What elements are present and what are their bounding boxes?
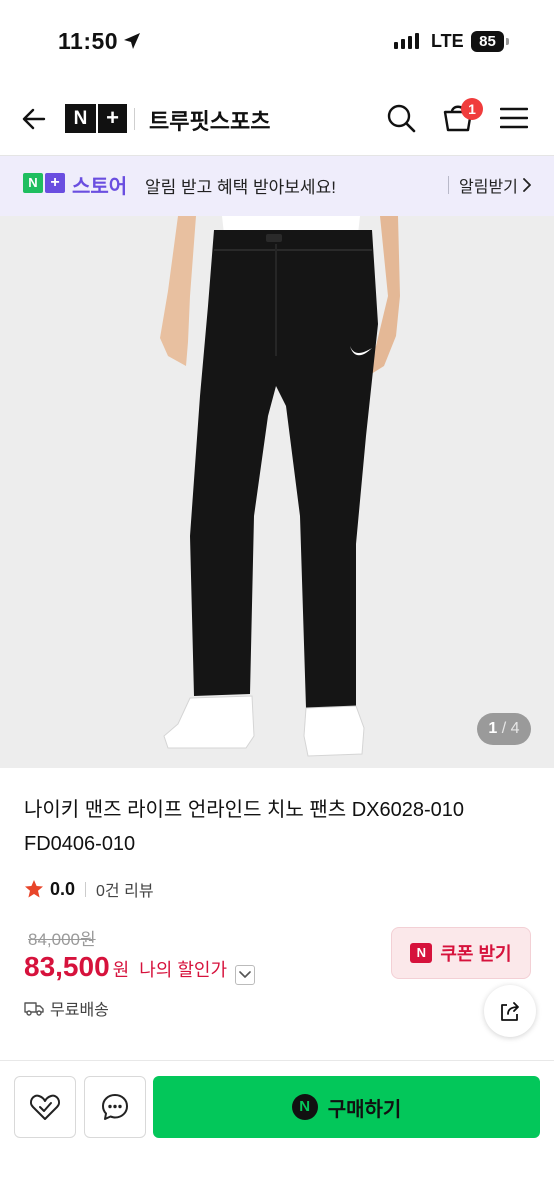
share-button[interactable] — [484, 985, 536, 1037]
truck-icon — [24, 1002, 44, 1016]
status-time: 11:50 — [58, 28, 119, 54]
heart-check-icon — [29, 1094, 61, 1120]
review-count[interactable]: 0건 리뷰 — [96, 877, 154, 901]
my-discount-label: 나의 할인가 — [139, 960, 228, 980]
shipping-label: 무료배송 — [50, 1002, 109, 1019]
currency-label: 원 — [112, 960, 130, 980]
logo-n: N — [65, 104, 96, 133]
chevron-down-icon — [239, 971, 251, 978]
app-header: N + 트루핏스포츠 1 — [0, 80, 554, 156]
buy-button-label: 구매하기 — [327, 1098, 402, 1121]
banner-logo-n: N — [23, 173, 43, 193]
rating-score: 0.0 — [50, 878, 76, 899]
star-icon — [25, 880, 43, 898]
original-price: 84,000원 — [28, 930, 96, 949]
banner-cta-label: 알림받기 — [459, 179, 518, 196]
share-icon — [501, 1002, 519, 1021]
product-title: 나이키 맨즈 라이프 언라인드 치노 팬츠 DX6028-010 FD0406-… — [24, 799, 465, 855]
coupon-button-label: 쿠폰 받기 — [440, 944, 512, 964]
nplus-store-logo: N + — [23, 173, 65, 193]
banner-divider — [448, 176, 449, 194]
battery-level: 85 — [471, 31, 504, 52]
discount-details-toggle[interactable] — [235, 965, 256, 985]
sale-price: 83,500 — [24, 951, 110, 982]
price-row: 83,500 원 나의 할인가 — [24, 951, 256, 985]
chevron-right-icon — [522, 178, 531, 192]
back-arrow-icon[interactable] — [20, 105, 48, 133]
gallery-separator: / — [497, 720, 511, 737]
gallery-current-page: 1 — [488, 720, 498, 737]
nplus-logo[interactable]: N + — [65, 104, 127, 133]
section-divider — [0, 1060, 554, 1061]
banner-message: 알림 받고 혜택 받아보세요! — [145, 178, 336, 197]
status-bar: 11:50 LTE 85 — [0, 0, 554, 80]
chat-bubble-icon — [102, 1094, 128, 1120]
cart-count-badge: 1 — [461, 98, 483, 120]
wishlist-button[interactable] — [14, 1076, 76, 1138]
network-type: LTE — [431, 31, 464, 51]
shipping-info: 무료배송 — [24, 996, 109, 1020]
product-photo-pants — [0, 216, 554, 768]
rating-separator — [85, 881, 87, 897]
talk-talk-button[interactable] — [84, 1076, 146, 1138]
banner-store-label: 스토어 — [72, 176, 128, 198]
notification-banner[interactable]: N + 스토어 알림 받고 혜택 받아보세요! 알림받기 — [0, 156, 554, 216]
buy-now-button[interactable]: N 구매하기 — [153, 1076, 540, 1138]
menu-icon[interactable] — [500, 107, 528, 129]
npay-logo-icon: N — [291, 1094, 318, 1120]
coupon-download-button[interactable]: N 쿠폰 받기 — [391, 927, 531, 979]
notification-subscribe-button[interactable]: 알림받기 — [459, 173, 532, 197]
location-arrow-icon — [124, 33, 140, 49]
coupon-logo-icon: N — [410, 943, 433, 963]
banner-logo-plus: + — [45, 173, 65, 193]
gallery-total-pages: 4 — [510, 720, 520, 737]
logo-divider — [134, 108, 135, 130]
gallery-page-indicator: 1 / 4 — [477, 713, 531, 745]
battery-icon — [506, 38, 509, 45]
store-name[interactable]: 트루핏스포츠 — [149, 104, 270, 136]
rating-summary[interactable]: 0.0 0건 리뷰 — [24, 878, 154, 900]
product-image[interactable] — [0, 216, 554, 768]
logo-plus: + — [98, 104, 127, 133]
search-icon[interactable] — [386, 103, 416, 133]
signal-icon — [394, 33, 419, 49]
